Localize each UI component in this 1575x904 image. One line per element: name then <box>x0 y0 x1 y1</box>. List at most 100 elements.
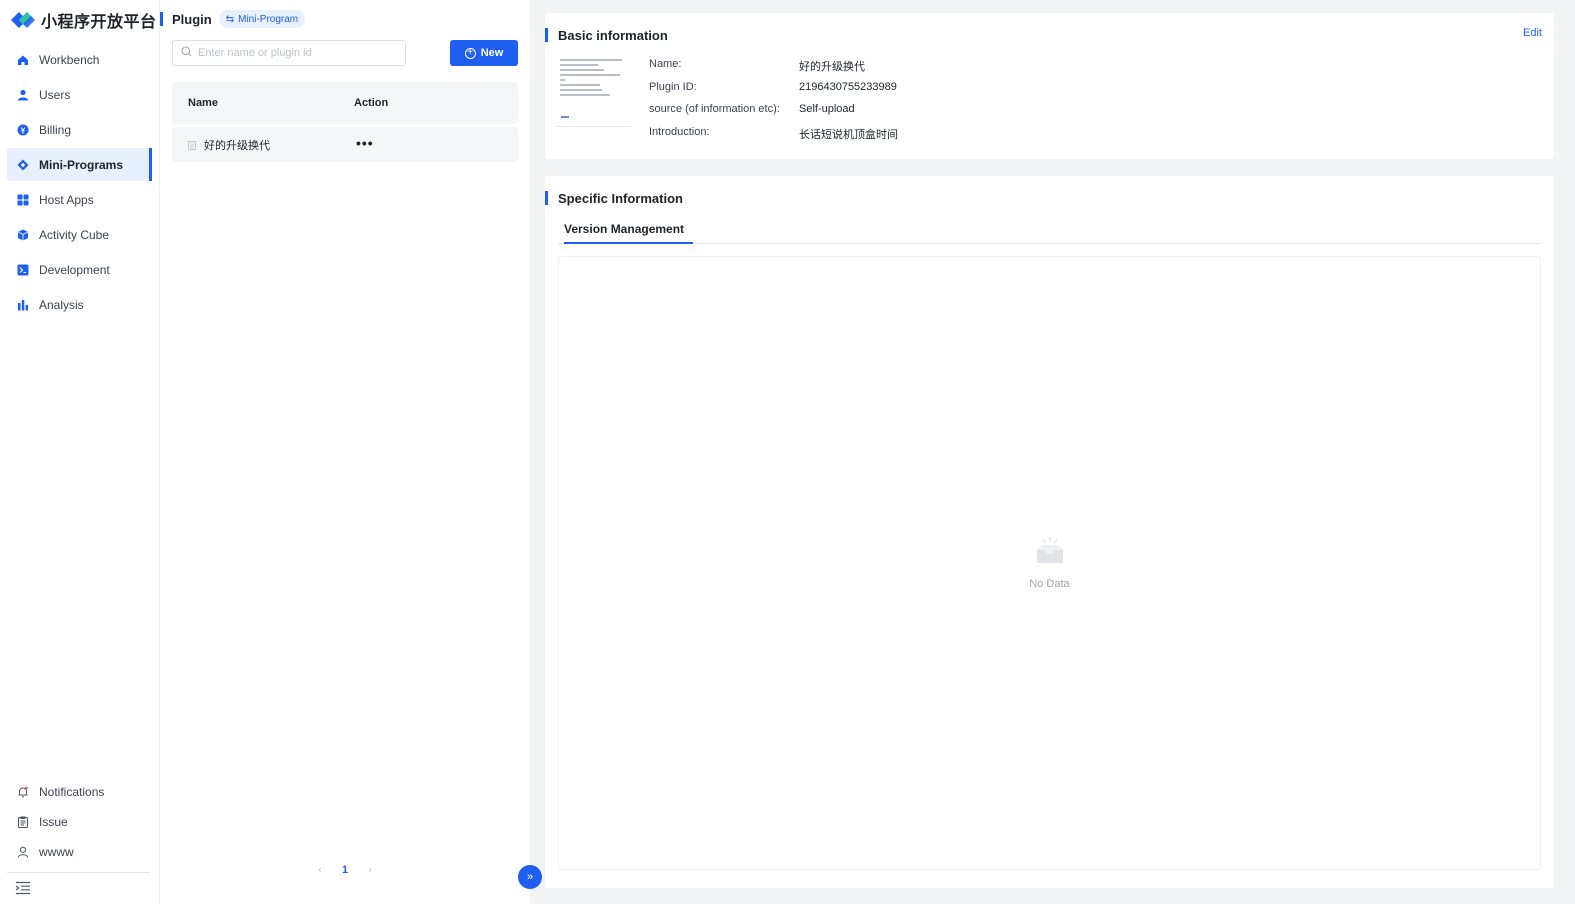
home-icon <box>17 54 29 66</box>
app-title: 小程序开放平台 <box>41 14 157 31</box>
thumb-line <box>560 64 598 66</box>
search-box <box>172 40 406 66</box>
empty-inbox-icon <box>1037 537 1063 563</box>
sidebar-item-development[interactable]: Development <box>7 253 152 286</box>
sidebar-item-host-apps[interactable]: Host Apps <box>7 183 152 216</box>
sidebar-item-label: Activity Cube <box>39 227 110 242</box>
sidebar-item-label: wwww <box>39 845 74 859</box>
sidebar-nav: Workbench Users Billing Mini-Programs Ho… <box>7 43 152 323</box>
thumb-line <box>560 59 622 61</box>
thumb-line <box>560 94 610 96</box>
sidebar-item-label: Workbench <box>39 52 100 67</box>
swap-icon: ⇆ <box>225 13 235 25</box>
table-header: Name Action <box>172 82 518 124</box>
info-label: Plugin ID: <box>649 81 697 93</box>
info-value: 长话短说机顶盒时间 <box>799 129 898 141</box>
page-number-current[interactable]: 1 <box>338 864 352 876</box>
card-header: Specific Information <box>545 190 683 206</box>
new-button-label: New <box>480 47 504 59</box>
card-title: Basic information <box>558 27 668 43</box>
search-input[interactable] <box>198 47 398 59</box>
sidebar-item-notifications[interactable]: Notifications <box>7 777 152 807</box>
sidebar-item-label: Host Apps <box>39 192 94 207</box>
thumb-line <box>560 79 565 81</box>
plus-circle-icon: + <box>464 47 476 59</box>
sidebar-item-account[interactable]: wwww <box>7 837 152 867</box>
info-value: Self-upload <box>799 103 855 115</box>
billing-icon <box>17 124 29 136</box>
thumb-line <box>560 84 600 86</box>
user-icon <box>17 89 29 101</box>
next-page-button[interactable]: › <box>360 864 380 876</box>
sidebar-item-analysis[interactable]: Analysis <box>7 288 152 321</box>
sidebar-item-label: Notifications <box>39 785 105 799</box>
column-header-name: Name <box>188 97 218 109</box>
thumb-line <box>560 89 602 91</box>
grid-icon <box>17 194 29 206</box>
thumb-mark <box>561 116 569 118</box>
double-chevron-right-icon: » <box>526 871 534 883</box>
prev-page-button[interactable]: ‹ <box>310 864 330 876</box>
terminal-icon <box>17 264 29 276</box>
sidebar-item-mini-programs[interactable]: Mini-Programs <box>7 148 152 181</box>
search-icon <box>181 46 192 60</box>
info-value: 2196430755233989 <box>799 81 897 93</box>
mini-program-switch-badge[interactable]: ⇆ Mini-Program <box>218 10 306 28</box>
collapse-sidebar-icon[interactable] <box>15 881 31 895</box>
panel-header: Plugin ⇆ Mini-Program <box>160 8 306 30</box>
info-row-plugin-id: Plugin ID: 2196430755233989 <box>649 81 897 93</box>
sidebar-item-users[interactable]: Users <box>7 78 152 111</box>
sidebar-item-workbench[interactable]: Workbench <box>7 43 152 76</box>
document-icon <box>188 139 196 150</box>
title-accent-bar <box>160 12 163 26</box>
more-actions-icon[interactable]: ••• <box>356 136 374 150</box>
pagination: ‹ 1 › <box>310 864 380 876</box>
app-logo[interactable]: 小程序开放平台 <box>9 8 157 32</box>
table-row[interactable]: 好的升级换代 ••• <box>172 127 518 162</box>
plugin-name: 好的升级换代 <box>204 140 270 152</box>
sidebar-item-label: Issue <box>39 815 68 829</box>
card-title: Specific Information <box>558 190 683 206</box>
tab-version-management[interactable]: Version Management <box>564 222 684 243</box>
badge-label: Mini-Program <box>238 13 299 25</box>
tab-bar: Version Management <box>558 218 1541 244</box>
info-label: source (of information etc): <box>649 103 780 115</box>
account-icon <box>17 846 29 858</box>
plugin-list-panel: Plugin ⇆ Mini-Program + New Name Action … <box>159 0 542 904</box>
sidebar-bottom-nav: Notifications Issue wwww <box>7 777 152 867</box>
basic-info-card: Basic information Edit Name: 好的升级换代 Plug… <box>545 13 1554 159</box>
thumb-line <box>560 74 620 76</box>
thumb-line <box>560 69 604 71</box>
version-list-empty: No Data <box>558 256 1541 870</box>
info-label: Name: <box>649 58 682 70</box>
sidebar-item-label: Users <box>39 87 71 102</box>
card-header: Basic information <box>545 27 668 43</box>
sidebar-item-activity-cube[interactable]: Activity Cube <box>7 218 152 251</box>
clipboard-icon <box>17 816 29 828</box>
diamond-icon <box>17 159 29 171</box>
info-row-name: Name: 好的升级换代 <box>649 58 865 74</box>
info-value: 好的升级换代 <box>799 61 865 73</box>
info-label: Introduction: <box>649 126 710 138</box>
specific-info-card: Specific Information Version Management … <box>545 176 1554 888</box>
title-accent-bar <box>545 28 548 42</box>
column-header-action: Action <box>354 97 389 109</box>
edit-link[interactable]: Edit <box>1523 27 1542 39</box>
new-plugin-button[interactable]: + New <box>450 40 518 66</box>
sidebar-divider <box>7 872 150 873</box>
info-row-introduction: Introduction: 长话短说机顶盒时间 <box>649 126 898 142</box>
bar-chart-icon <box>17 299 29 311</box>
panel-title: Plugin <box>172 11 212 27</box>
cube-icon <box>17 229 29 241</box>
sidebar-item-issue[interactable]: Issue <box>7 807 152 837</box>
info-row-source: source (of information etc): Self-upload <box>649 103 855 115</box>
sidebar-item-billing[interactable]: Billing <box>7 113 152 146</box>
sidebar: 小程序开放平台 Workbench Users Billing Mini-Pro… <box>0 0 159 904</box>
sidebar-item-label: Mini-Programs <box>39 157 124 172</box>
plugin-thumbnail[interactable] <box>557 55 631 127</box>
expand-panel-button[interactable]: » <box>518 865 542 889</box>
bell-icon <box>17 786 29 798</box>
active-tab-indicator <box>564 242 693 244</box>
empty-state-text: No Data <box>1029 578 1070 590</box>
sidebar-item-label: Billing <box>39 122 72 137</box>
